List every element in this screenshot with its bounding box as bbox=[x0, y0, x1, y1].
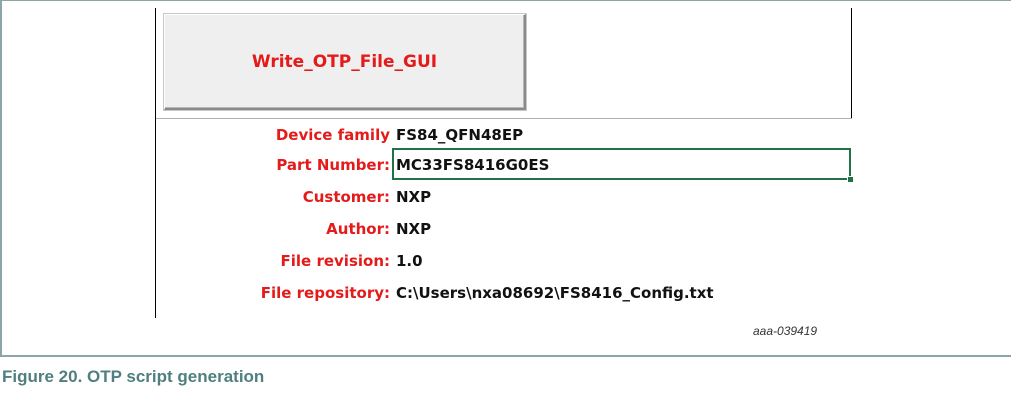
file-revision-value[interactable]: 1.0 bbox=[396, 246, 423, 276]
write-otp-file-gui-button[interactable]: Write_OTP_File_GUI bbox=[164, 14, 526, 110]
customer-label: Customer: bbox=[302, 188, 390, 206]
selected-cell-highlight[interactable] bbox=[392, 148, 854, 183]
author-value[interactable]: NXP bbox=[396, 214, 431, 244]
figure-caption-bar: Figure 20. OTP script generation bbox=[0, 355, 1011, 394]
file-repository-value[interactable]: C:\Users\nxa08692\FS8416_Config.txt bbox=[396, 278, 714, 308]
device-family-label: Device family bbox=[275, 126, 390, 144]
device-family-value[interactable]: FS84_QFN48EP bbox=[396, 120, 523, 150]
file-repository-label: File repository: bbox=[260, 284, 390, 302]
field-row-file-revision: File revision: 1.0 bbox=[155, 246, 852, 276]
field-row-author: Author: NXP bbox=[155, 214, 852, 244]
field-row-file-repository: File repository: C:\Users\nxa08692\FS841… bbox=[155, 278, 852, 308]
file-revision-label: File revision: bbox=[280, 252, 390, 270]
write-otp-file-gui-button-label: Write_OTP_File_GUI bbox=[251, 51, 438, 72]
field-row-device-family: Device family FS84_QFN48EP bbox=[155, 120, 852, 150]
author-label: Author: bbox=[326, 220, 390, 238]
part-number-label: Part Number: bbox=[276, 156, 390, 174]
figure-id: aaa-039419 bbox=[753, 324, 818, 338]
cell-border-right bbox=[851, 8, 852, 118]
spreadsheet-area: Write_OTP_File_GUI Device family FS84_QF… bbox=[155, 8, 854, 318]
field-row-customer: Customer: NXP bbox=[155, 182, 852, 212]
cell-border-separator bbox=[156, 118, 852, 119]
fill-handle[interactable] bbox=[847, 176, 854, 183]
customer-value[interactable]: NXP bbox=[396, 182, 431, 212]
figure-caption: Figure 20. OTP script generation bbox=[2, 367, 265, 386]
